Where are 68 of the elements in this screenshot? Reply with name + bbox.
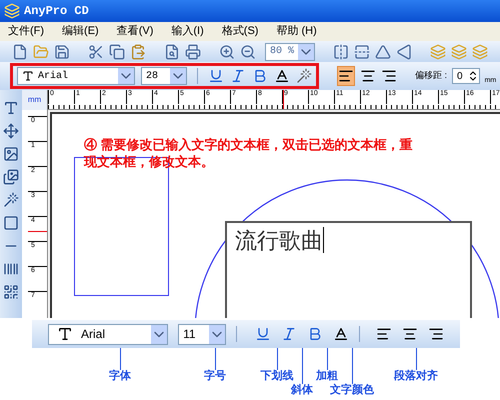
zoom-dropdown[interactable]: 80 % [265, 42, 316, 60]
align-button[interactable] [337, 66, 355, 86]
save-icon[interactable] [54, 44, 70, 60]
matrix-code-tool-icon[interactable] [3, 284, 19, 300]
size-dropdown[interactable]: 28 [141, 67, 187, 85]
font-dropdown[interactable]: Arial [17, 67, 135, 85]
underline-icon[interactable] [255, 326, 272, 342]
menu-item[interactable]: 编辑(E) [62, 23, 99, 40]
spacing-label: 偏移距 : [415, 69, 448, 82]
zoom-out-icon[interactable] [240, 44, 256, 60]
font-icon [22, 70, 34, 82]
text-frame-content: 流行歌曲 [235, 228, 323, 256]
underline-icon[interactable] [208, 68, 224, 84]
leader-line [120, 348, 121, 370]
flip-horizontal-icon[interactable] [333, 44, 350, 60]
leader-line [352, 348, 353, 384]
spacing-spinner[interactable]: 0 [452, 68, 480, 84]
font-icon [57, 326, 73, 342]
callout-label: 下划线 [260, 370, 294, 383]
field-value: 28 [145, 70, 160, 84]
zoom-in-icon[interactable] [219, 44, 235, 60]
preview-icon[interactable] [164, 44, 180, 60]
copy-icon[interactable] [109, 44, 125, 60]
effect-icon[interactable] [296, 68, 312, 84]
print-icon[interactable] [185, 44, 201, 60]
text-color-icon[interactable] [333, 326, 350, 342]
callout-label: 段落对齐 [394, 370, 438, 383]
gallery-tool-icon[interactable] [3, 169, 19, 185]
field-value: Arial [38, 70, 70, 84]
leader-line [277, 348, 278, 370]
callout-label: 加粗 [316, 370, 338, 383]
app-icon [4, 3, 20, 19]
flip-vertical-icon[interactable] [354, 44, 370, 60]
field-value: 0 [456, 70, 464, 84]
callout-label: 斜体 [291, 384, 313, 397]
triangle-icon[interactable] [375, 44, 392, 60]
menu-item[interactable]: 格式(S) [222, 23, 258, 40]
paste-icon[interactable] [130, 44, 146, 60]
menu-item[interactable]: 帮助 (H) [276, 23, 317, 40]
size-dropdown[interactable]: 11 [178, 324, 226, 344]
leader-line [416, 348, 417, 370]
field-value: Arial [81, 326, 106, 343]
cut-icon[interactable] [88, 44, 104, 60]
callout-label: 字号 [204, 370, 226, 383]
italic-icon[interactable] [230, 68, 246, 84]
menu-item[interactable]: 输入(I) [171, 23, 204, 40]
font-dropdown[interactable]: Arial [48, 324, 168, 344]
menu-item[interactable]: 文件(F) [8, 23, 44, 40]
leader-line [327, 348, 328, 370]
leader-line [215, 348, 216, 370]
align-right-icon[interactable] [428, 326, 444, 342]
align-left-icon[interactable] [376, 326, 392, 342]
unit-label: mm [22, 90, 48, 110]
field-value: 80 % [269, 45, 296, 59]
callout-label: 字体 [109, 370, 131, 383]
barcode-tool-icon[interactable] [3, 261, 19, 277]
field-value: 11 [182, 326, 197, 343]
image-tool-icon[interactable] [3, 146, 19, 162]
callout-label: 文字颜色 [330, 384, 374, 397]
menu-item[interactable]: 查看(V) [116, 23, 154, 40]
new-file-icon[interactable] [12, 44, 28, 60]
italic-icon[interactable] [281, 326, 298, 342]
text-tool-icon[interactable] [3, 100, 19, 116]
leader-line [302, 348, 303, 384]
align-center-icon[interactable] [402, 326, 418, 342]
window-title: AnyPro CD [24, 3, 89, 20]
text-color-icon[interactable] [274, 68, 290, 84]
triangle-icon[interactable] [396, 44, 412, 60]
